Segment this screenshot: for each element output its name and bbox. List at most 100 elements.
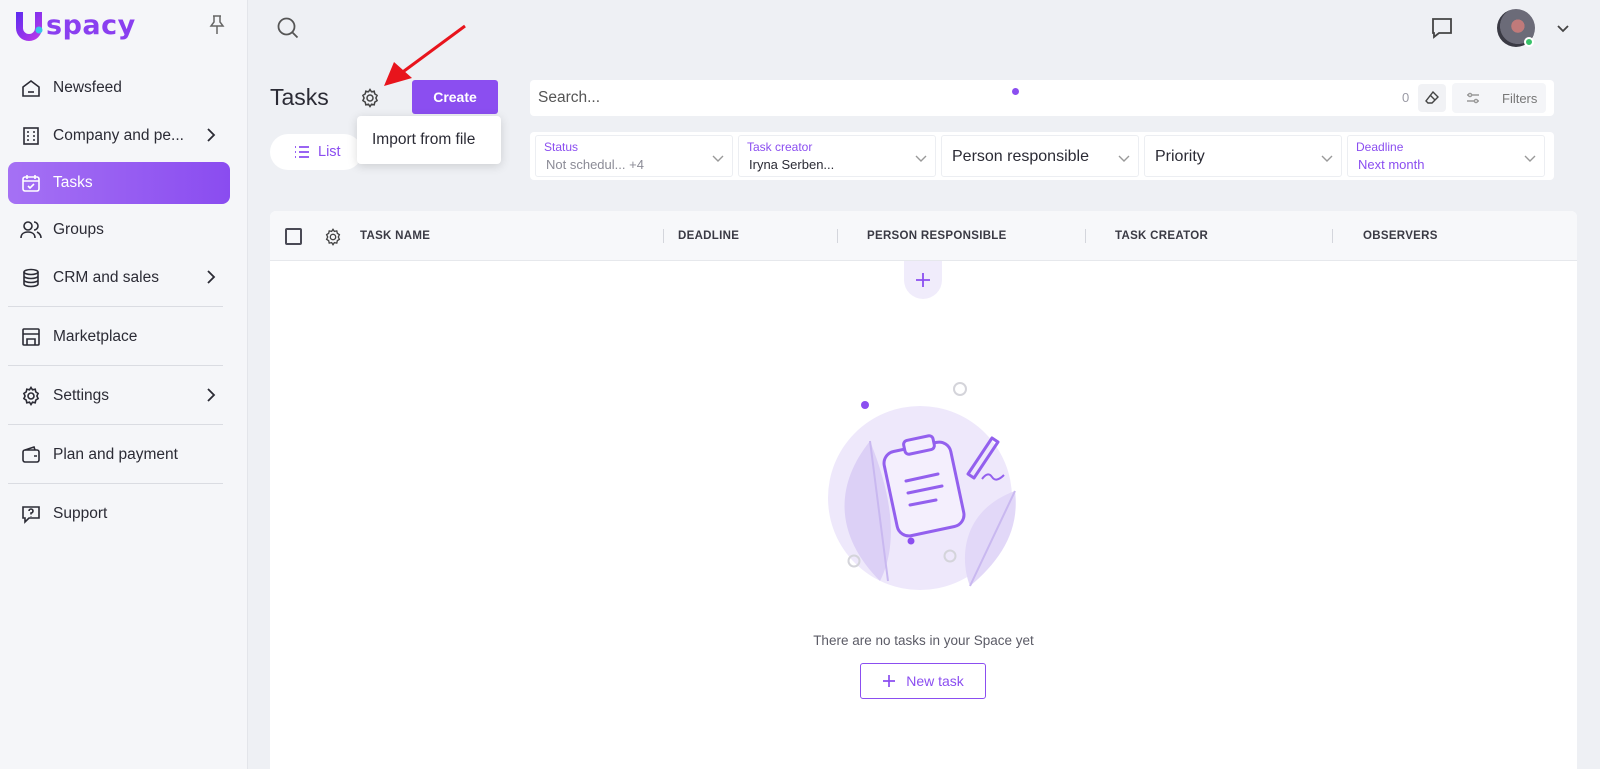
task-creator-filter-value: Iryna Serben... — [749, 157, 835, 172]
sidebar-item-tasks[interactable]: Tasks — [8, 162, 230, 204]
column-divider — [1332, 229, 1333, 243]
sliders-icon — [1467, 92, 1479, 104]
sidebar-item-label: Marketplace — [53, 328, 138, 345]
store-icon — [20, 326, 42, 348]
wallet-icon — [20, 444, 42, 466]
list-icon — [295, 146, 309, 158]
chevron-down-icon[interactable] — [1556, 21, 1570, 39]
filter-row: Status Not schedul... +4 Task creator Ir… — [530, 132, 1554, 180]
import-from-file-item[interactable]: Import from file — [372, 131, 475, 149]
column-divider — [1085, 229, 1086, 243]
chevron-right-icon — [206, 387, 216, 408]
online-status-dot — [1524, 37, 1534, 47]
priority-filter-value: Priority — [1155, 148, 1205, 165]
divider — [8, 365, 223, 366]
uspacy-logo[interactable]: spacy — [14, 10, 136, 44]
logo-text: spacy — [46, 9, 136, 41]
column-header-task-creator[interactable]: TASK CREATOR — [1115, 230, 1208, 242]
plus-icon — [916, 273, 930, 287]
column-settings-gear-icon[interactable] — [324, 228, 342, 251]
column-header-person-responsible[interactable]: PERSON RESPONSIBLE — [867, 230, 1007, 242]
sidebar-item-crm[interactable]: CRM and sales — [8, 256, 230, 300]
sidebar-item-label: Settings — [53, 387, 110, 404]
chevron-right-icon — [206, 127, 216, 148]
deadline-filter-value: Next month — [1358, 157, 1425, 172]
column-divider — [663, 229, 664, 243]
new-task-button[interactable]: New task — [860, 663, 986, 699]
column-header-deadline[interactable]: DEADLINE — [678, 230, 739, 242]
add-task-row-button[interactable] — [904, 261, 942, 299]
house-icon — [20, 77, 42, 99]
status-filter-value: Not schedul... +4 — [546, 157, 644, 172]
sidebar-item-groups[interactable]: Groups — [8, 208, 230, 252]
gear-dropdown-menu: Import from file — [357, 116, 501, 164]
pin-icon[interactable] — [208, 14, 226, 36]
person-responsible-filter-value: Person responsible — [952, 148, 1089, 165]
users-icon — [20, 219, 42, 241]
eraser-icon — [1425, 91, 1439, 104]
sidebar-item-label: Plan and payment — [53, 446, 178, 463]
divider — [8, 483, 223, 484]
sidebar-item-label: Newsfeed — [53, 79, 122, 96]
red-arrow-annotation — [384, 24, 466, 86]
calendar-check-icon — [20, 172, 42, 194]
status-filter[interactable]: Status Not schedul... +4 — [535, 135, 733, 177]
filters-label: Filters — [1502, 90, 1538, 106]
sidebar-item-plan-payment[interactable]: Plan and payment — [8, 433, 230, 477]
chevron-down-icon — [915, 150, 927, 168]
plus-icon — [883, 675, 896, 687]
deadline-filter[interactable]: Deadline Next month — [1347, 135, 1545, 177]
sidebar: spacy Newsfeed Company and pe... Tasks G… — [0, 0, 248, 769]
chevron-down-icon — [1321, 150, 1333, 168]
deadline-filter-label: Deadline — [1356, 140, 1404, 154]
priority-filter[interactable]: Priority — [1144, 135, 1342, 177]
sidebar-item-newsfeed[interactable]: Newsfeed — [8, 66, 230, 110]
sidebar-item-support[interactable]: Support — [8, 492, 230, 536]
sidebar-item-settings[interactable]: Settings — [8, 374, 230, 418]
column-header-observers[interactable]: OBSERVERS — [1363, 230, 1438, 242]
search-bar: 0 Filters — [530, 80, 1554, 116]
tasks-settings-gear-icon[interactable] — [360, 88, 380, 113]
sidebar-item-marketplace[interactable]: Marketplace — [8, 315, 230, 359]
divider — [8, 424, 223, 425]
logo-mark — [14, 10, 44, 44]
sidebar-item-label: Company and pe... — [53, 127, 184, 144]
select-all-checkbox[interactable] — [285, 228, 302, 245]
chevron-right-icon — [206, 269, 216, 290]
tasks-table: TASK NAME DEADLINE PERSON RESPONSIBLE TA… — [270, 211, 1577, 769]
sidebar-item-label: Support — [53, 505, 108, 522]
chevron-down-icon — [712, 150, 724, 168]
status-filter-label: Status — [544, 140, 579, 154]
column-divider — [837, 229, 838, 243]
column-header-task-name[interactable]: TASK NAME — [360, 230, 430, 242]
sidebar-nav: Newsfeed Company and pe... Tasks Groups … — [8, 66, 230, 540]
page-title: Tasks — [270, 84, 329, 110]
person-responsible-filter[interactable]: Person responsible — [941, 135, 1139, 177]
clear-search-button[interactable] — [1418, 84, 1446, 112]
building-icon — [20, 125, 42, 147]
view-list-label: List — [318, 144, 341, 160]
empty-tasks-illustration — [828, 382, 1016, 590]
search-icon[interactable] — [276, 16, 300, 45]
search-input[interactable] — [538, 80, 1338, 116]
empty-state-text: There are no tasks in your Space yet — [813, 633, 1034, 648]
view-list-toggle[interactable]: List — [270, 134, 362, 170]
sidebar-item-label: Tasks — [53, 174, 93, 191]
table-header: TASK NAME DEADLINE PERSON RESPONSIBLE TA… — [270, 211, 1577, 261]
task-creator-filter[interactable]: Task creator Iryna Serben... — [738, 135, 936, 177]
filters-active-dot — [1012, 88, 1019, 95]
filters-button[interactable]: Filters — [1452, 83, 1546, 113]
chevron-down-icon — [1118, 150, 1130, 168]
sidebar-item-label: CRM and sales — [53, 269, 159, 286]
gear-icon — [20, 385, 42, 407]
sidebar-item-company[interactable]: Company and pe... — [8, 114, 230, 158]
sidebar-item-label: Groups — [53, 221, 104, 238]
task-creator-filter-label: Task creator — [747, 140, 813, 154]
help-chat-icon — [20, 503, 42, 525]
chevron-down-icon — [1524, 150, 1536, 168]
new-task-label: New task — [906, 673, 964, 689]
divider — [8, 306, 223, 307]
search-result-count: 0 — [1402, 90, 1410, 105]
database-icon — [20, 267, 42, 289]
chat-icon[interactable] — [1430, 16, 1454, 45]
